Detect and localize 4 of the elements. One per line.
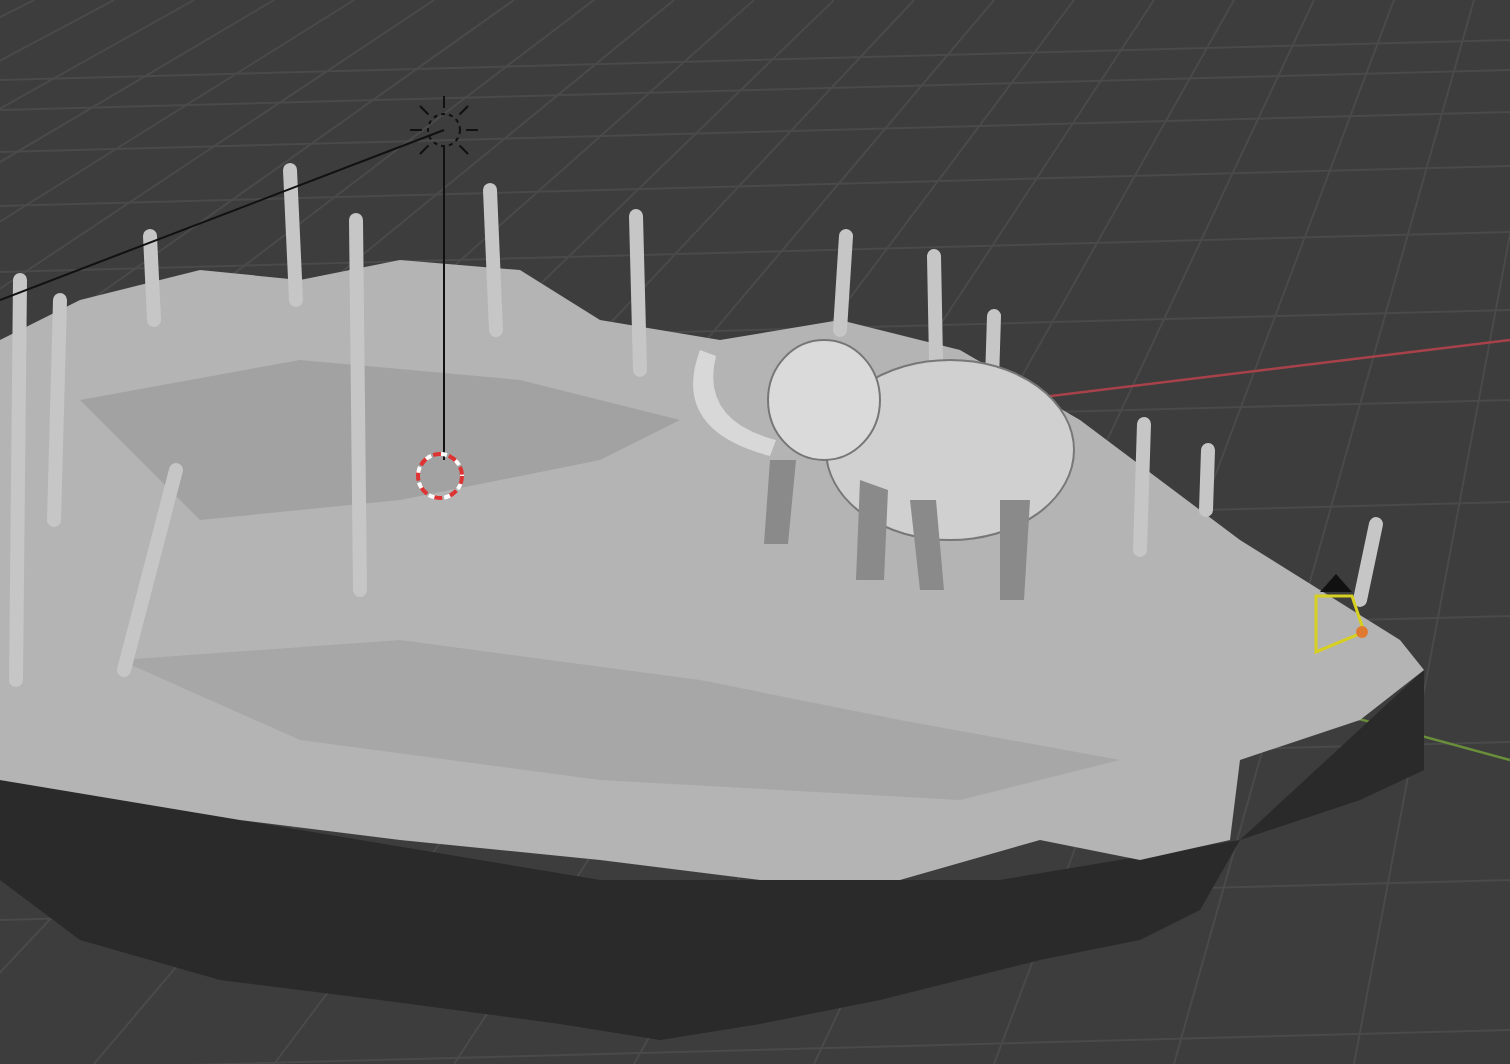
camera-icon[interactable] bbox=[1314, 574, 1368, 655]
3d-viewport[interactable] bbox=[0, 0, 1510, 1064]
sun-light-icon[interactable] bbox=[0, 95, 479, 461]
3d-cursor-icon[interactable] bbox=[416, 452, 464, 500]
